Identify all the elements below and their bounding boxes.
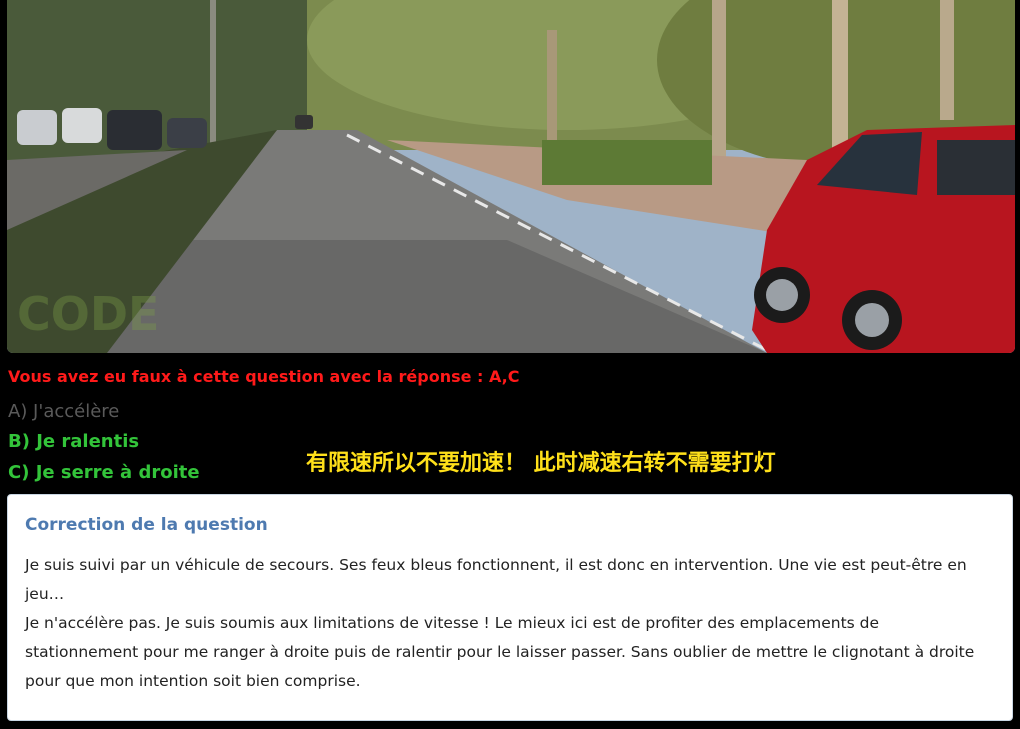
correction-paragraph-2: Je n'accélère pas. Je suis soumis aux li…: [25, 614, 975, 690]
answer-option-c[interactable]: C) Je serre à droite: [8, 462, 200, 483]
correction-panel: Correction de la question Je suis suivi …: [7, 494, 1013, 721]
answer-option-a[interactable]: A) J'accélère: [8, 401, 119, 422]
answer-option-b[interactable]: B) Je ralentis: [8, 431, 139, 452]
watermark: CODE: [17, 287, 159, 341]
correction-paragraph-1: Je suis suivi par un véhicule de secours…: [25, 556, 967, 603]
correction-title: Correction de la question: [25, 515, 268, 535]
annotation-note: 有限速所以不要加速！ 此时减速右转不需要打灯: [306, 451, 776, 476]
question-photo: CODE: [7, 0, 1015, 353]
road-scene-image: CODE: [7, 0, 1015, 353]
result-message: Vous avez eu faux à cette question avec …: [8, 367, 520, 386]
